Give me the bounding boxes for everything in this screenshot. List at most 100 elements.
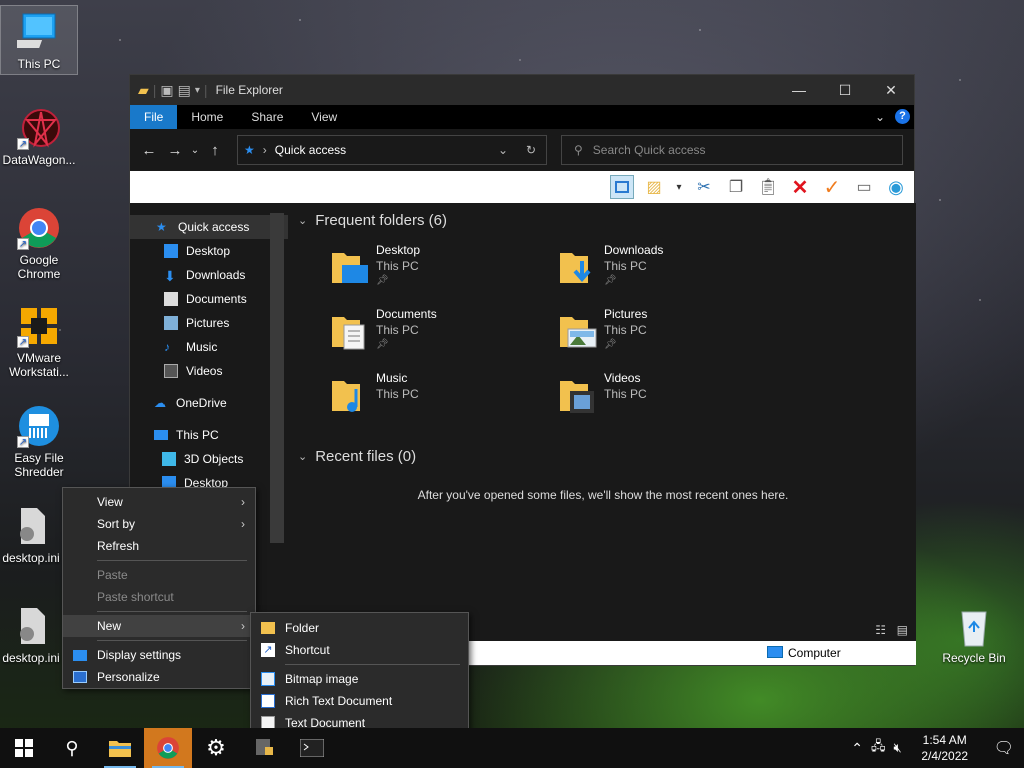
desktop-folder-icon: [332, 253, 368, 283]
menu-item-sort-by[interactable]: Sort by ›: [63, 513, 255, 535]
nav-item-onedrive[interactable]: ☁ OneDrive: [130, 391, 288, 415]
nav-item-3d-objects[interactable]: 3D Objects: [130, 447, 288, 471]
new-folder-icon[interactable]: ▨: [642, 175, 666, 199]
tab-share[interactable]: Share: [237, 105, 297, 129]
menu-item-paste[interactable]: Paste: [63, 564, 255, 586]
nav-scrollbar[interactable]: [270, 213, 284, 543]
tab-home[interactable]: Home: [177, 105, 237, 129]
large-icons-view-icon[interactable]: ▤: [897, 623, 908, 637]
dropdown-icon[interactable]: ▾: [674, 175, 684, 199]
new-folder-icon[interactable]: ▤: [178, 82, 191, 99]
desktop-icon-easy-file-shredder[interactable]: ↗ Easy File Shredder: [1, 404, 77, 479]
documents-folder-icon: [332, 317, 365, 350]
address-bar[interactable]: ★ › Quick access ⌄ ↻: [237, 135, 547, 165]
address-text: Quick access: [274, 143, 347, 157]
search-input[interactable]: ⚲ Search Quick access: [561, 135, 903, 165]
menu-item-refresh[interactable]: Refresh: [63, 535, 255, 557]
nav-item-pictures[interactable]: Pictures 📌︎: [130, 311, 288, 335]
navigation-pane-icon[interactable]: [610, 175, 634, 199]
desktop-icon-this-pc[interactable]: This PC: [0, 5, 78, 75]
submenu-item-folder[interactable]: Folder: [251, 617, 468, 639]
forward-button[interactable]: →: [162, 142, 188, 159]
paste-icon[interactable]: 📋︎: [756, 175, 780, 199]
submenu-item-rich-text[interactable]: Rich Text Document: [251, 690, 468, 712]
menu-label: Rich Text Document: [285, 694, 393, 708]
properties-icon[interactable]: ▣: [160, 82, 173, 99]
refresh-icon[interactable]: ↻: [526, 143, 536, 157]
nav-item-downloads[interactable]: ⬇ Downloads 📌︎: [130, 263, 288, 287]
desktop-icon-desktop-ini-2[interactable]: desktop.ini: [1, 604, 61, 665]
menu-separator: [285, 664, 460, 665]
minimize-button[interactable]: —: [776, 75, 822, 105]
expand-ribbon-icon[interactable]: ⌄: [875, 110, 885, 124]
folder-tile-desktop[interactable]: Desktop This PC 📌︎: [330, 243, 550, 299]
desktop-icon-label: desktop.ini: [2, 551, 60, 565]
start-button[interactable]: [0, 728, 48, 768]
folder-tile-music[interactable]: Music This PC: [330, 371, 550, 427]
customize-qat-icon[interactable]: ▾: [195, 85, 200, 96]
desktop-icon-datawagon[interactable]: ↗ DataWagon...: [1, 106, 77, 167]
nav-item-videos[interactable]: Videos: [130, 359, 288, 383]
tab-view[interactable]: View: [297, 105, 351, 129]
rename-check-icon[interactable]: ✓: [820, 175, 844, 199]
menu-label: Paste: [97, 568, 128, 582]
delete-icon[interactable]: ✕: [788, 175, 812, 199]
details-view-icon[interactable]: ☷: [875, 623, 886, 637]
desktop-icon-recycle-bin[interactable]: Recycle Bin: [936, 604, 1012, 665]
shortcut-arrow-icon: ↗: [17, 436, 29, 448]
submenu-item-shortcut[interactable]: ↗ Shortcut: [251, 639, 468, 661]
tab-file[interactable]: File: [130, 105, 178, 129]
content-scrollbar[interactable]: [898, 203, 916, 626]
address-dropdown-icon[interactable]: ⌄: [498, 143, 508, 157]
taskbar-app-locked[interactable]: [240, 728, 288, 768]
menu-item-view[interactable]: View ›: [63, 491, 255, 513]
menu-item-display-settings[interactable]: Display settings: [63, 644, 255, 666]
menu-item-paste-shortcut[interactable]: Paste shortcut: [63, 586, 255, 608]
properties-icon[interactable]: ▭: [852, 175, 876, 199]
folder-tile-documents[interactable]: Documents This PC 📌︎: [330, 307, 550, 363]
copy-icon[interactable]: ❐: [724, 175, 748, 199]
nav-label: Music: [186, 340, 218, 354]
desktop-icon-vmware[interactable]: ↗ VMware Workstati...: [1, 304, 77, 379]
close-button[interactable]: ✕: [868, 75, 914, 105]
network-icon[interactable]: 🖧︎: [871, 737, 886, 759]
menu-item-personalize[interactable]: Personalize: [63, 666, 255, 688]
folder-icon: [261, 622, 275, 634]
help-icon[interactable]: ?: [895, 109, 910, 124]
web-icon[interactable]: ◉: [884, 175, 908, 199]
recent-locations-icon[interactable]: ⌄: [188, 145, 202, 156]
up-button[interactable]: ↑: [202, 142, 228, 159]
taskbar-settings[interactable]: ⚙: [192, 728, 240, 768]
nav-item-desktop[interactable]: Desktop 📌︎: [130, 239, 288, 263]
desktop-icon-google-chrome[interactable]: ↗ Google Chrome: [1, 206, 77, 281]
chevron-up-icon[interactable]: ⌃: [851, 740, 863, 757]
taskbar-terminal[interactable]: [288, 728, 336, 768]
nav-item-documents[interactable]: Documents 📌︎: [130, 287, 288, 311]
folder-tile-videos[interactable]: Videos This PC: [558, 371, 778, 427]
notification-icon[interactable]: 🗨︎: [994, 738, 1014, 758]
back-button[interactable]: ←: [136, 142, 162, 159]
nav-item-quick-access[interactable]: ★ Quick access: [130, 215, 288, 239]
taskbar-file-explorer[interactable]: [96, 728, 144, 768]
recent-files-header[interactable]: ⌄ Recent files (0): [290, 443, 416, 469]
volume-muted-icon[interactable]: 🔇︎: [893, 740, 901, 756]
system-tray: ⌃ 🖧︎ 🔇︎ 1:54 AM 2/4/2022 🗨︎: [851, 728, 1024, 768]
submenu-item-bitmap[interactable]: Bitmap image: [251, 668, 468, 690]
nav-label: Videos: [186, 364, 223, 378]
folder-tile-downloads[interactable]: Downloads This PC 📌︎: [558, 243, 778, 299]
nav-item-this-pc[interactable]: This PC: [130, 423, 288, 447]
menu-item-new[interactable]: New ›: [63, 615, 255, 637]
title-bar[interactable]: ▰ | ▣ ▤ ▾ | File Explorer — ☐ ✕: [130, 75, 914, 105]
search-button[interactable]: ⚲: [48, 728, 96, 768]
clock[interactable]: 1:54 AM 2/4/2022: [910, 732, 980, 764]
folder-tile-pictures[interactable]: Pictures This PC 📌︎: [558, 307, 778, 363]
taskbar-chrome[interactable]: [144, 728, 192, 768]
cut-icon[interactable]: ✂: [692, 175, 716, 199]
bitmap-icon: [261, 672, 275, 686]
desktop-icon-desktop-ini-1[interactable]: desktop.ini: [1, 504, 61, 565]
shortcut-icon: ↗: [261, 643, 275, 657]
nav-item-music[interactable]: ♪ Music: [130, 335, 288, 359]
maximize-button[interactable]: ☐: [822, 75, 868, 105]
divider: |: [152, 82, 157, 98]
frequent-folders-header[interactable]: ⌄ Frequent folders (6): [290, 207, 916, 233]
